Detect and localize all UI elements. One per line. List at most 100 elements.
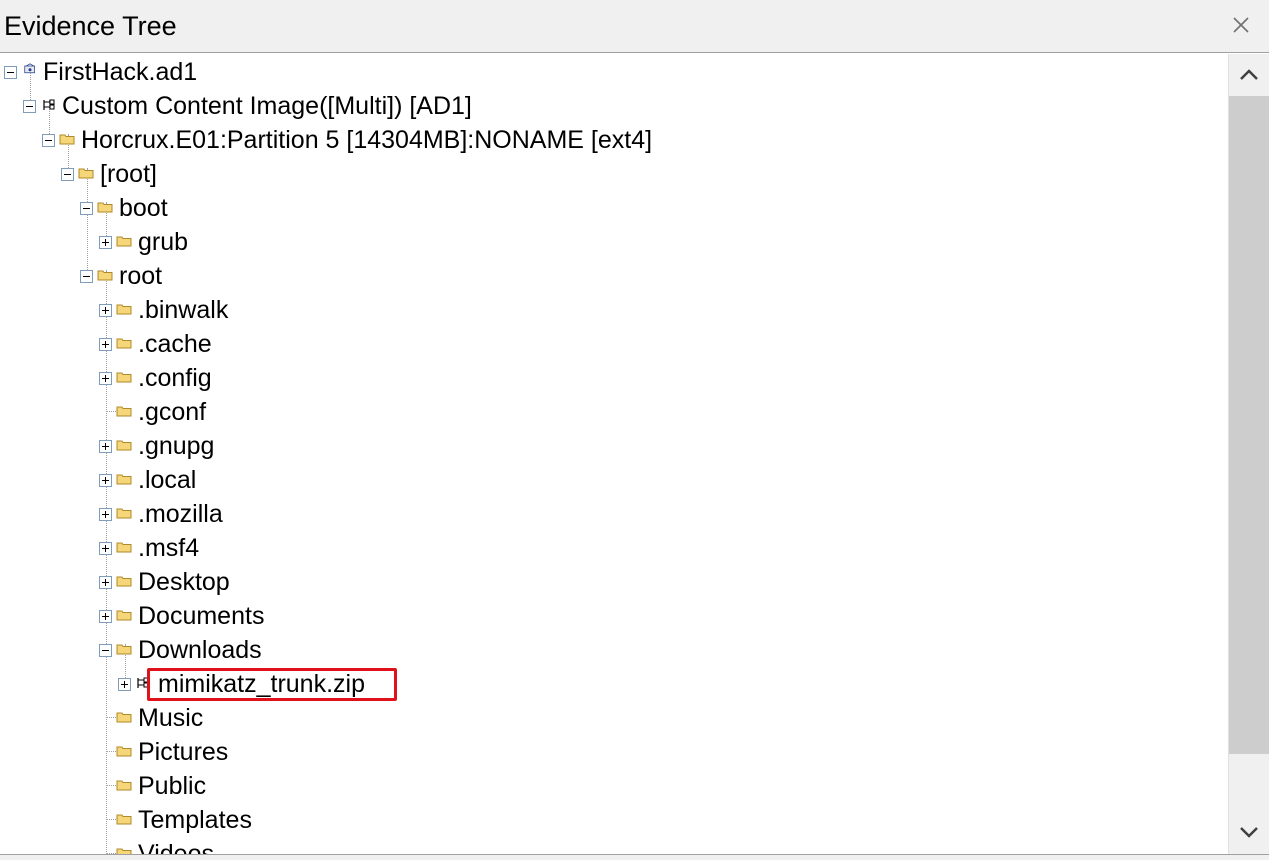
tree-node-label: .msf4 <box>138 534 200 562</box>
tree-node-label: Public <box>138 772 207 800</box>
expand-toggle[interactable] <box>99 542 112 555</box>
expand-toggle[interactable] <box>99 508 112 521</box>
folder-icon <box>116 712 132 723</box>
tree-node-label: [root] <box>100 160 157 188</box>
folder-icon <box>116 440 132 451</box>
tree-node-label: Custom Content Image([Multi]) [AD1] <box>62 92 472 120</box>
expand-toggle[interactable] <box>99 236 112 249</box>
tree-node-label: Pictures <box>138 738 229 766</box>
folder-icon <box>97 202 113 213</box>
folder-icon <box>116 236 132 247</box>
expand-toggle[interactable] <box>99 440 112 453</box>
evidence-icon <box>24 63 35 74</box>
tree-node-label: mimikatz_trunk.zip <box>158 670 365 698</box>
tree-node-label: Downloads <box>138 636 262 664</box>
expand-toggle[interactable] <box>99 576 112 589</box>
tree-node-msf4[interactable]: .msf4 <box>0 531 300 565</box>
folder-icon <box>116 406 132 417</box>
expand-toggle[interactable] <box>99 372 112 385</box>
tree-node-label: Horcrux.E01:Partition 5 [14304MB]:NONAME… <box>81 126 653 154</box>
tree-node-pictures[interactable]: Pictures <box>0 735 300 769</box>
tree-node-boot[interactable]: boot <box>0 191 300 225</box>
bottom-border <box>0 854 1269 860</box>
title-bar: Evidence Tree <box>0 0 1269 53</box>
tree-node-mozilla[interactable]: .mozilla <box>0 497 300 531</box>
collapse-toggle[interactable] <box>80 270 93 283</box>
collapse-toggle[interactable] <box>80 202 93 215</box>
tree-node-public[interactable]: Public <box>0 769 300 803</box>
image-tree-icon <box>137 677 149 688</box>
vertical-scrollbar[interactable] <box>1228 54 1269 854</box>
tree-node-label: Templates <box>138 806 252 834</box>
folder-icon <box>97 270 113 281</box>
window-title: Evidence Tree <box>4 11 177 41</box>
folder-icon <box>116 542 132 553</box>
chevron-up-icon[interactable] <box>1229 54 1269 94</box>
collapse-toggle[interactable] <box>23 100 36 113</box>
tree-node-label: .gnupg <box>138 432 215 460</box>
tree-node-label: .mozilla <box>138 500 223 528</box>
scrollbar-thumb[interactable] <box>1229 96 1269 754</box>
tree-node-gnupg[interactable]: .gnupg <box>0 429 300 463</box>
folder-icon <box>116 372 132 383</box>
folder-icon <box>116 848 132 854</box>
tree-node-binwalk[interactable]: .binwalk <box>0 293 300 327</box>
tree-node-label: FirstHack.ad1 <box>43 58 198 86</box>
tree-node-label: .cache <box>138 330 212 358</box>
folder-icon <box>116 474 132 485</box>
expand-toggle[interactable] <box>99 338 112 351</box>
collapse-toggle[interactable] <box>99 644 112 657</box>
folder-icon <box>116 576 132 587</box>
tree-node-label: boot <box>119 194 168 222</box>
tree-node-label: .binwalk <box>138 296 229 324</box>
folder-icon <box>116 508 132 519</box>
folder-icon <box>116 610 132 621</box>
tree-node-desktop[interactable]: Desktop <box>0 565 300 599</box>
chevron-down-icon[interactable] <box>1229 812 1269 852</box>
tree-node-gconf[interactable]: .gconf <box>0 395 300 429</box>
tree-node-cache[interactable]: .cache <box>0 327 300 361</box>
tree-node-local[interactable]: .local <box>0 463 300 497</box>
tree-node-horcrux-partition[interactable]: Horcrux.E01:Partition 5 [14304MB]:NONAME… <box>0 123 800 157</box>
folder-icon <box>59 134 75 145</box>
collapse-toggle[interactable] <box>4 66 17 79</box>
expand-toggle[interactable] <box>99 610 112 623</box>
tree-node-label: .config <box>138 364 212 392</box>
tree-node-label: Videos <box>138 840 214 854</box>
folder-icon <box>78 168 94 179</box>
tree-node-label: Desktop <box>138 568 230 596</box>
tree-node-label: .local <box>138 466 197 494</box>
tree-node-grub[interactable]: grub <box>0 225 300 259</box>
folder-icon <box>116 746 132 757</box>
tree-node-label: Documents <box>138 602 265 630</box>
close-icon[interactable] <box>1229 13 1253 37</box>
evidence-tree-window: Evidence Tree FirstHack.ad1 Custom Conte… <box>0 0 1269 860</box>
tree-node-custom-content-image[interactable]: Custom Content Image([Multi]) [AD1] <box>0 89 700 123</box>
collapse-toggle[interactable] <box>42 134 55 147</box>
tree-node-templates[interactable]: Templates <box>0 803 300 837</box>
tree-node-label: grub <box>138 228 189 256</box>
tree-node-downloads[interactable]: Downloads <box>0 633 300 667</box>
tree-node-label: .gconf <box>138 398 207 426</box>
image-tree-icon <box>43 99 55 110</box>
folder-icon <box>116 814 132 825</box>
tree-node-videos[interactable]: Videos <box>0 837 300 854</box>
tree-node-music[interactable]: Music <box>0 701 300 735</box>
tree-node-documents[interactable]: Documents <box>0 599 300 633</box>
expand-toggle[interactable] <box>99 474 112 487</box>
tree-node-mimikatz-zip[interactable]: mimikatz_trunk.zip <box>0 667 420 701</box>
tree-node-label: root <box>119 262 163 290</box>
folder-icon <box>116 304 132 315</box>
expand-toggle[interactable] <box>99 304 112 317</box>
tree-node-config[interactable]: .config <box>0 361 300 395</box>
expand-toggle[interactable] <box>118 678 131 691</box>
folder-icon <box>116 780 132 791</box>
folder-icon <box>116 644 132 655</box>
folder-icon <box>116 338 132 349</box>
collapse-toggle[interactable] <box>61 168 74 181</box>
tree-node-root-bracket[interactable]: [root] <box>0 157 300 191</box>
tree-node-firsthack[interactable]: FirstHack.ad1 <box>0 55 600 89</box>
evidence-tree: FirstHack.ad1 Custom Content Image([Mult… <box>0 54 1228 854</box>
tree-node-label: Music <box>138 704 204 732</box>
tree-node-root[interactable]: root <box>0 259 300 293</box>
